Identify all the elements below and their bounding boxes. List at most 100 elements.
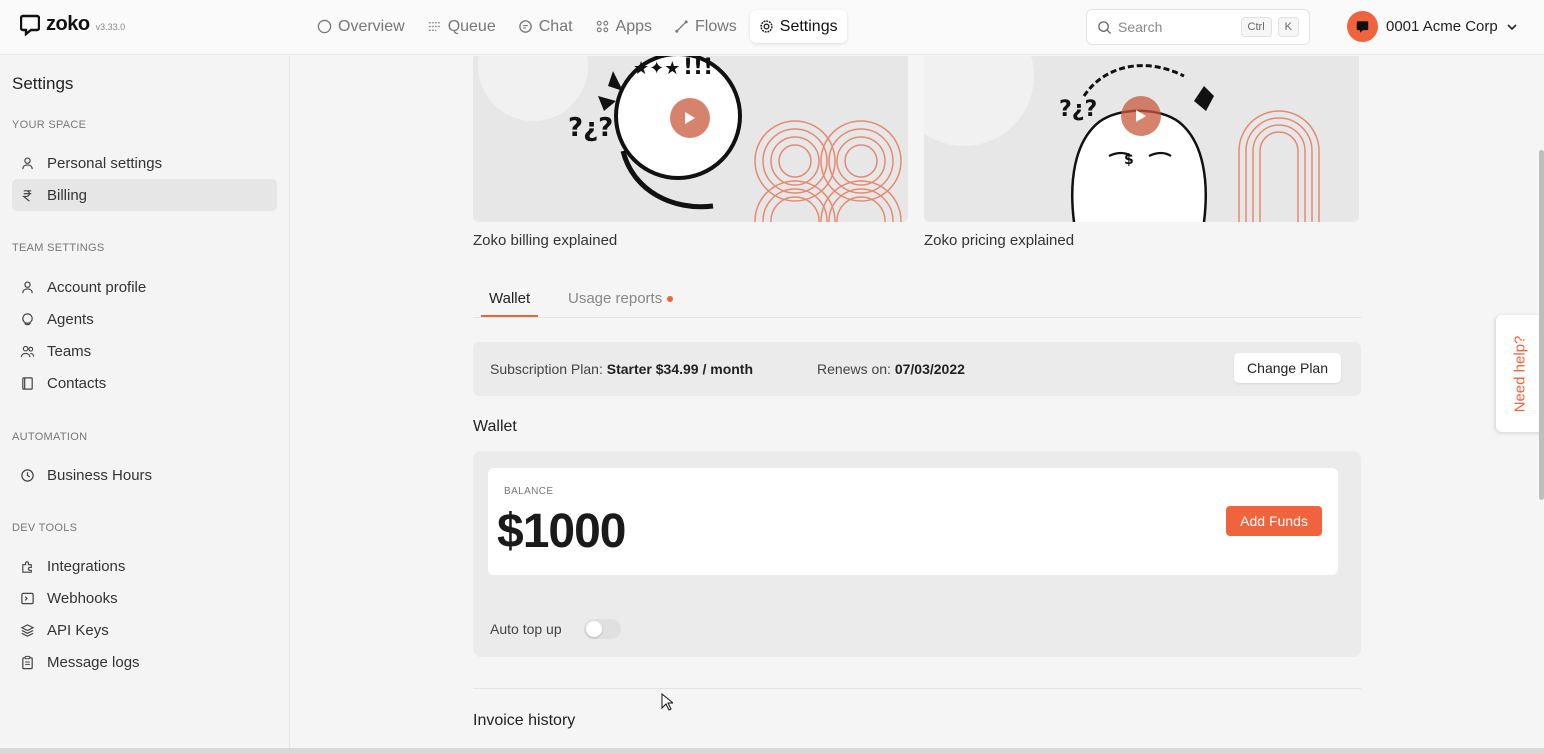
list-icon <box>428 22 440 31</box>
mouse-cursor-icon <box>661 692 675 716</box>
need-help-tab[interactable]: Need help? <box>1496 315 1544 432</box>
nav-label: Flows <box>695 17 737 35</box>
sidebar-title: Settings <box>12 74 74 93</box>
user-icon <box>22 281 33 293</box>
gear-icon <box>760 20 773 33</box>
change-plan-button[interactable]: Change Plan <box>1234 353 1341 383</box>
video-thumbnail-pricing[interactable]: $ ?¿? <box>924 56 1359 222</box>
logo-mark-icon <box>19 14 41 36</box>
astronaut-illustration: ?¿? !!! ★✦★ <box>478 56 902 222</box>
play-button[interactable] <box>1121 96 1161 136</box>
nav-settings[interactable]: Settings <box>749 10 847 43</box>
sidebar-item-label: Teams <box>47 342 92 360</box>
thinking-head-illustration: $ ?¿? <box>924 56 1320 222</box>
svg-text:★✦★: ★✦★ <box>633 58 680 79</box>
rupee-icon <box>22 189 32 202</box>
need-help-label: Need help? <box>1511 335 1529 412</box>
nav-label: Queue <box>447 17 496 35</box>
nav-queue[interactable]: Queue <box>418 10 505 43</box>
balance-value: $1000 <box>497 505 626 558</box>
tab-label: Usage reports <box>568 290 663 307</box>
renews-value: 07/03/2022 <box>894 361 965 377</box>
account-switcher[interactable]: 0001 Acme Corp <box>1347 11 1518 42</box>
tab-usage-reports[interactable]: Usage reports <box>568 290 674 315</box>
subscription-plan-bar: Subscription Plan: Starter $34.99 / mont… <box>473 342 1361 396</box>
nav-label: Overview <box>338 17 405 35</box>
app-version: v3.33.0 <box>95 21 126 32</box>
nav-apps[interactable]: Apps <box>586 10 661 43</box>
wallet-heading: Wallet <box>473 418 517 435</box>
headset-icon <box>22 312 33 325</box>
play-button[interactable] <box>670 98 710 138</box>
sidebar-item-agents[interactable]: Agents <box>12 303 277 335</box>
sidebar-item-label: Contacts <box>47 374 107 392</box>
toggle-knob <box>586 621 602 637</box>
sidebar-item-label: Webhooks <box>47 589 118 607</box>
billing-tabs: Wallet Usage reports <box>473 282 1361 318</box>
sidebar-item-label: Personal settings <box>47 154 163 172</box>
section-divider <box>473 688 1361 689</box>
sidebar-item-business-hours[interactable]: Business Hours <box>12 459 277 491</box>
nav-overview[interactable]: Overview <box>308 10 414 43</box>
main-nav: Overview Queue Chat Apps Flows Settings <box>308 10 847 43</box>
sidebar-item-webhooks[interactable]: Webhooks <box>12 582 277 614</box>
logo-mark-icon <box>1356 20 1369 33</box>
flow-icon <box>675 20 688 33</box>
users-icon <box>20 345 35 357</box>
wallet-panel: BALANCE $1000 Add Funds Auto top up <box>473 451 1361 657</box>
user-icon <box>22 157 33 169</box>
sidebar-item-contacts[interactable]: Contacts <box>12 367 277 399</box>
tab-label: Wallet <box>489 290 531 307</box>
chat-icon <box>518 20 532 33</box>
video-thumbnail-billing[interactable]: ?¿? !!! ★✦★ <box>473 56 908 222</box>
sidebar-item-label: Integrations <box>47 557 126 575</box>
invoice-history-heading: Invoice history <box>473 712 576 729</box>
renews-label: Renews on: <box>817 361 891 377</box>
sidebar-section-your-space: YOUR SPACE <box>12 119 87 131</box>
bottom-edge <box>0 748 1544 754</box>
sidebar-item-label: API Keys <box>47 621 109 639</box>
terminal-icon <box>21 592 34 604</box>
sidebar-item-label: Agents <box>47 310 94 328</box>
search-box[interactable]: Search Ctrl K <box>1086 9 1310 45</box>
nav-label: Settings <box>779 17 838 35</box>
tab-wallet[interactable]: Wallet <box>481 290 539 317</box>
app-name: zoko <box>46 13 90 35</box>
balance-card: BALANCE $1000 Add Funds <box>488 468 1338 575</box>
puzzle-icon <box>22 560 32 573</box>
top-bar: zoko v3.33.0 Overview Queue Chat Apps Fl… <box>0 0 1544 55</box>
sidebar-item-label: Message logs <box>47 653 140 671</box>
sidebar-section-team-settings: TEAM SETTINGS <box>12 242 105 254</box>
auto-top-up-toggle[interactable] <box>584 619 621 639</box>
billing-main: ?¿? !!! ★✦★ Zoko billing explained $ ?¿? <box>291 56 1544 754</box>
plan-label: Subscription Plan: <box>490 361 603 377</box>
sidebar-item-personal-settings[interactable]: Personal settings <box>12 147 277 179</box>
chevron-down-icon <box>1507 23 1517 30</box>
sidebar-item-message-logs[interactable]: Message logs <box>12 646 277 678</box>
book-icon <box>22 376 33 390</box>
notification-dot <box>667 296 674 303</box>
clock-icon <box>21 468 34 482</box>
scrollbar[interactable] <box>1539 150 1544 500</box>
layers-icon <box>20 623 35 637</box>
play-icon <box>1136 110 1146 122</box>
svg-text:?¿?: ?¿? <box>568 113 613 143</box>
balance-label: BALANCE <box>504 486 554 497</box>
nav-chat[interactable]: Chat <box>509 10 582 43</box>
grid-icon <box>596 20 608 33</box>
account-avatar <box>1347 11 1378 42</box>
nav-flows[interactable]: Flows <box>665 10 746 43</box>
sidebar-item-api-keys[interactable]: API Keys <box>12 614 277 646</box>
video-caption-billing[interactable]: Zoko billing explained <box>473 232 617 249</box>
add-funds-button[interactable]: Add Funds <box>1226 506 1322 536</box>
svg-text:$: $ <box>1124 152 1134 168</box>
plan-value: Starter $34.99 / month <box>606 361 754 377</box>
sidebar-item-teams[interactable]: Teams <box>12 335 277 367</box>
sidebar-item-billing[interactable]: Billing <box>12 179 277 211</box>
video-caption-pricing[interactable]: Zoko pricing explained <box>924 232 1074 249</box>
app-logo[interactable]: zoko v3.33.0 <box>19 13 126 36</box>
sidebar-item-integrations[interactable]: Integrations <box>12 550 277 582</box>
sidebar-item-account-profile[interactable]: Account profile <box>12 271 277 303</box>
svg-text:!!!: !!! <box>683 56 713 80</box>
sidebar-section-automation: AUTOMATION <box>12 431 88 443</box>
